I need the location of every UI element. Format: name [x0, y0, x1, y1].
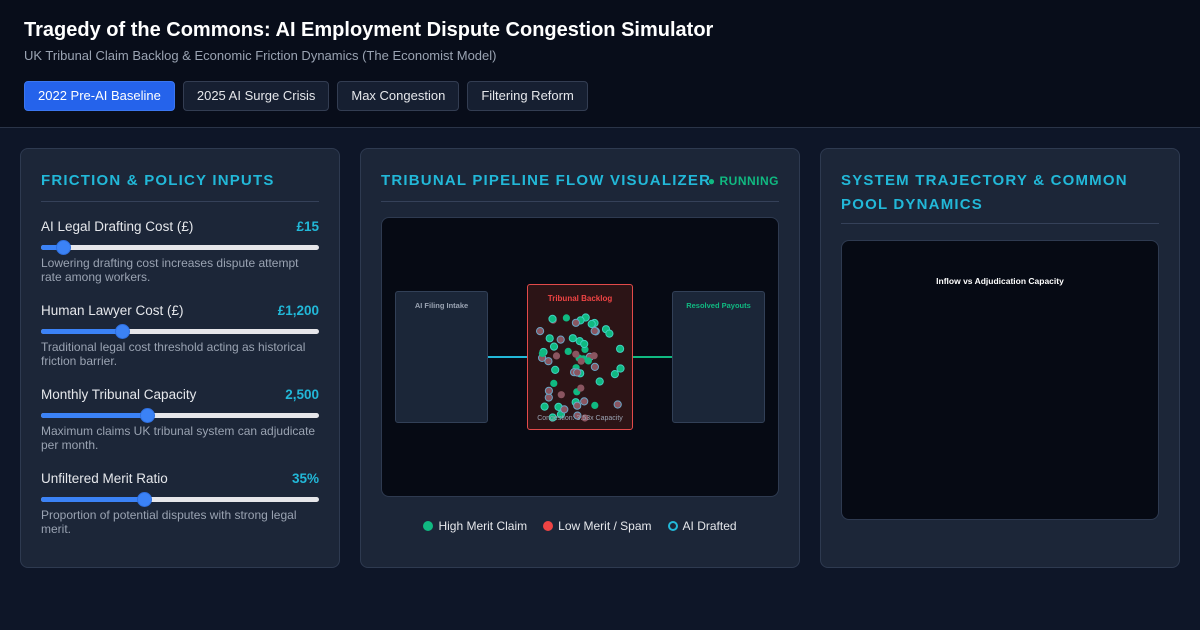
claim-particle — [548, 314, 557, 324]
trajectory-divider — [841, 223, 1159, 224]
pipeline-legend: High Merit Claim Low Merit / Spam AI Dra… — [361, 519, 799, 533]
claim-particle — [550, 379, 558, 387]
claim-particle — [591, 401, 599, 409]
claim-particle — [590, 352, 598, 360]
slider-thumb[interactable] — [139, 408, 155, 423]
claim-particle — [577, 384, 585, 392]
stage-label: Resolved Payouts — [686, 301, 751, 310]
slider-thumb[interactable] — [56, 240, 72, 255]
trajectory-panel: System Trajectory & Common Pool Dynamics… — [820, 148, 1180, 568]
pipeline-panel-title: Tribunal Pipeline Flow Visualizer — [381, 172, 712, 189]
claim-particle — [540, 402, 549, 411]
claim-particles — [536, 313, 625, 422]
tab-2025-ai-surge-crisis[interactable]: 2025 AI Surge Crisis — [182, 81, 330, 111]
claim-particle — [595, 377, 604, 386]
claim-particle — [590, 326, 599, 336]
running-status-badge: ● RUNNING — [707, 174, 779, 188]
claim-particle — [552, 352, 561, 360]
trajectory-chart: Inflow vs Adjudication Capacity — [841, 240, 1159, 520]
control-label: Human Lawyer Cost (£) — [41, 303, 184, 318]
green-dot-icon — [423, 521, 434, 531]
claim-particle — [562, 314, 570, 322]
claim-particle — [557, 391, 565, 399]
claim-particle — [544, 386, 553, 395]
claim-particle — [572, 350, 580, 358]
legend-label: Low Merit / Spam — [558, 519, 652, 533]
claim-particle — [536, 327, 545, 336]
claim-particle — [549, 342, 559, 351]
control-value: £1,200 — [277, 303, 319, 318]
page-title: Tragedy of the Commons: AI Employment Di… — [24, 19, 714, 41]
control-label: AI Legal Drafting Cost (£) — [41, 219, 194, 234]
claim-particle — [605, 329, 614, 338]
legend-label: AI Drafted — [682, 519, 737, 533]
claim-particle — [587, 319, 596, 329]
tab-max-congestion[interactable]: Max Congestion — [337, 81, 460, 111]
claim-particle — [616, 344, 625, 353]
control-description: Lowering drafting cost increases dispute… — [41, 256, 299, 284]
claim-particle — [577, 357, 585, 365]
claim-particle — [616, 364, 625, 373]
claim-particle — [560, 405, 569, 414]
stage-resolved-payouts: Resolved Payouts — [672, 291, 765, 423]
control-label: Unfiltered Merit Ratio — [41, 471, 168, 486]
tab-2022-pre-ai-baseline[interactable]: 2022 Pre-AI Baseline — [24, 81, 175, 111]
claim-particle — [580, 397, 589, 406]
human-lawyer-cost-slider[interactable] — [41, 324, 319, 339]
controls-panel-title: Friction & Policy Inputs — [41, 172, 275, 189]
claim-particle — [568, 334, 577, 343]
claim-particle — [556, 335, 565, 344]
claim-particle — [571, 318, 581, 327]
pipeline-divider — [381, 201, 779, 202]
congestion-readout: Congestion: 3.53x Capacity — [537, 415, 623, 422]
control-description: Proportion of potential disputes with st… — [41, 508, 297, 536]
stage-ai-filing-intake: AI Filing Intake — [395, 291, 488, 423]
claim-particle — [590, 362, 600, 372]
pipeline-panel: Tribunal Pipeline Flow Visualizer ● RUNN… — [360, 148, 800, 568]
ai-drafting-cost-slider[interactable] — [41, 240, 319, 255]
intake-pipe — [488, 356, 527, 358]
merit-ratio-slider[interactable] — [41, 492, 319, 507]
control-description: Maximum claims UK tribunal system can ad… — [41, 424, 316, 452]
claim-particle — [564, 347, 572, 355]
claim-particle — [580, 339, 589, 349]
controls-divider — [41, 201, 319, 202]
trajectory-panel-title: System Trajectory & Common Pool Dynamics — [841, 172, 1128, 213]
chart-title: Inflow vs Adjudication Capacity — [936, 276, 1064, 286]
tribunal-capacity-slider[interactable] — [41, 408, 319, 423]
legend-label: High Merit Claim — [438, 519, 528, 533]
payout-pipe — [633, 356, 672, 358]
legend-low-merit: Low Merit / Spam — [543, 519, 652, 533]
app-header: Tragedy of the Commons: AI Employment Di… — [0, 0, 1200, 128]
stage-tribunal-backlog: Tribunal Backlog Congestion: 3.53x Capac… — [527, 284, 633, 430]
stage-label: AI Filing Intake — [414, 301, 469, 310]
claim-particle — [551, 365, 560, 375]
claim-particle — [613, 400, 622, 409]
page-subtitle: UK Tribunal Claim Backlog & Economic Fri… — [24, 48, 497, 63]
claim-particle — [538, 349, 546, 357]
controls-panel: Friction & Policy Inputs AI Legal Drafti… — [20, 148, 340, 568]
legend-high-merit: High Merit Claim — [423, 519, 527, 533]
ring-icon — [667, 521, 678, 531]
claim-particle — [573, 368, 582, 377]
scenario-tabs: 2022 Pre-AI Baseline 2025 AI Surge Crisi… — [24, 81, 588, 111]
red-dot-icon — [543, 521, 554, 531]
slider-fill — [41, 497, 144, 502]
control-value: 35% — [291, 471, 319, 486]
tab-filtering-reform[interactable]: Filtering Reform — [467, 81, 588, 111]
claim-particle — [610, 370, 620, 379]
slider-thumb[interactable] — [136, 492, 152, 507]
legend-ai-drafted: AI Drafted — [667, 519, 737, 533]
control-description: Traditional legal cost threshold acting … — [41, 340, 306, 368]
claim-particle — [545, 334, 554, 343]
claim-particle — [573, 401, 582, 410]
pipeline-canvas: AI Filing Intake Tribunal Backlog Conges… — [381, 217, 779, 497]
control-label: Monthly Tribunal Capacity — [41, 387, 197, 402]
claim-particle — [544, 393, 553, 402]
control-value: £15 — [296, 219, 319, 234]
slider-fill — [41, 329, 122, 334]
control-value: 2,500 — [285, 387, 319, 402]
slider-thumb[interactable] — [114, 324, 130, 339]
slider-fill — [41, 413, 147, 418]
